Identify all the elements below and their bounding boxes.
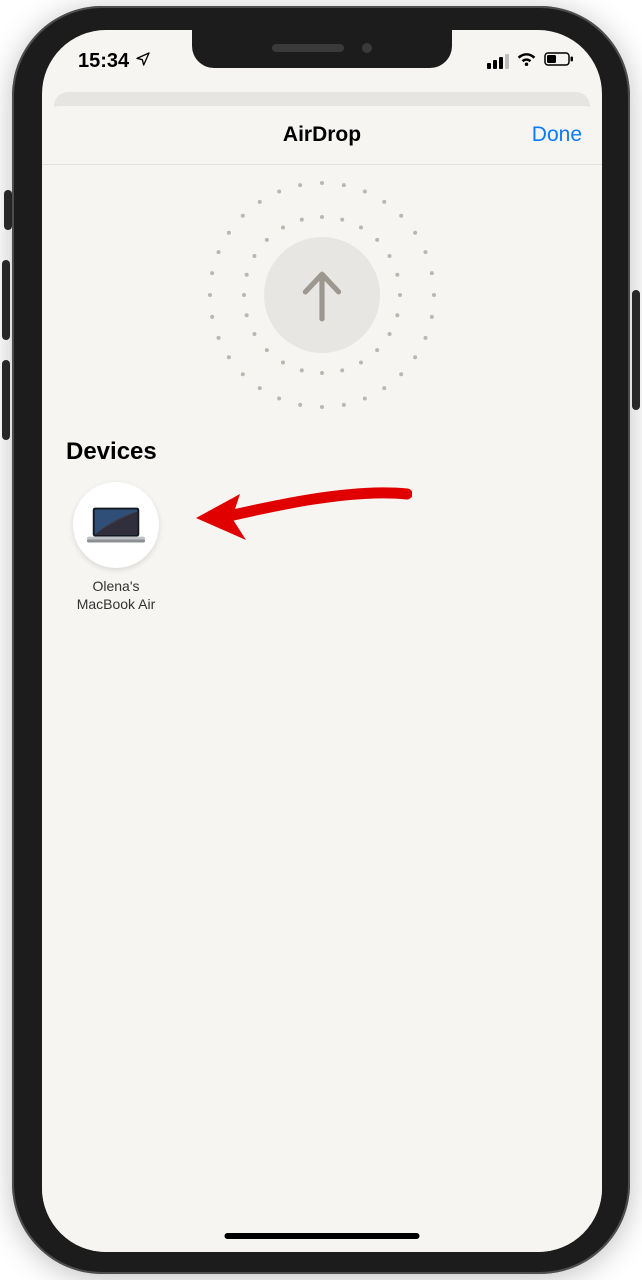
macbook-air-icon	[85, 505, 147, 545]
device-olenas-macbook-air[interactable]: Olena's MacBook Air	[66, 482, 166, 613]
notch	[192, 30, 452, 68]
devices-heading: Devices	[66, 438, 578, 466]
done-button[interactable]: Done	[532, 106, 582, 164]
airdrop-sheet: AirDrop Done Devices	[42, 106, 602, 1252]
screen: 15:34 AirDrop	[42, 30, 602, 1252]
cellular-signal-icon	[487, 54, 509, 69]
airdrop-up-arrow	[264, 237, 380, 353]
device-name-label: Olena's MacBook Air	[68, 578, 164, 613]
home-indicator[interactable]	[225, 1233, 420, 1239]
sheet-title: AirDrop	[283, 123, 361, 147]
device-avatar	[73, 482, 159, 568]
location-arrow-icon	[135, 50, 151, 73]
airdrop-radar	[42, 164, 602, 434]
phone-frame: 15:34 AirDrop	[12, 6, 630, 1274]
phone-volume-up	[2, 260, 10, 340]
status-time: 15:34	[78, 50, 129, 73]
battery-icon	[544, 52, 574, 71]
phone-volume-down	[2, 360, 10, 440]
wifi-icon	[516, 51, 537, 72]
phone-side-button	[632, 290, 640, 410]
phone-mute-switch	[4, 190, 12, 230]
sheet-header: AirDrop Done	[42, 106, 602, 164]
